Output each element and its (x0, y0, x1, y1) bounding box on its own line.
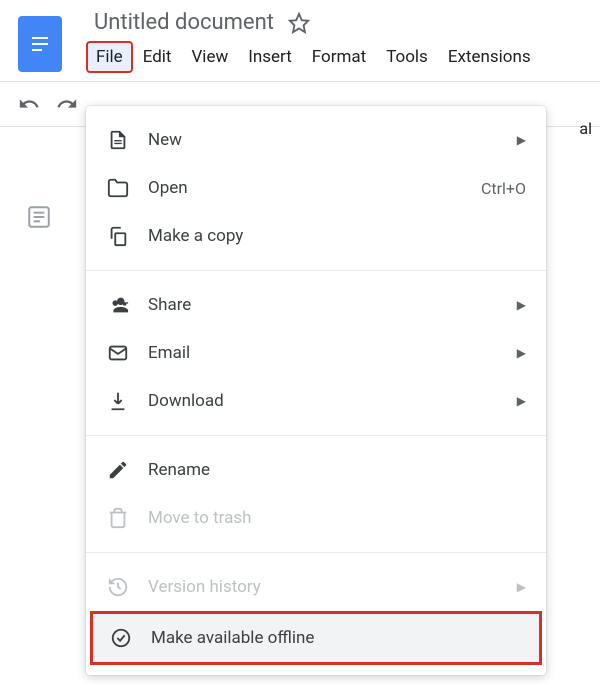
menu-item-label: Make a copy (148, 226, 526, 246)
menu-item-version-history: Version history ▶ (86, 563, 546, 611)
history-icon (106, 575, 130, 599)
menu-item-label: Version history (148, 577, 517, 597)
share-icon (106, 293, 130, 317)
toolbar-right-text: al (579, 119, 592, 138)
menu-item-open[interactable]: Open Ctrl+O (86, 164, 546, 212)
menu-item-trash: Move to trash (86, 494, 546, 542)
menu-divider (86, 435, 546, 436)
menu-item-label: Make available offline (151, 628, 523, 648)
offline-icon (109, 626, 133, 650)
menu-item-label: Download (148, 391, 517, 411)
menu-item-label: Open (148, 178, 481, 198)
chevron-right-icon: ▶ (517, 133, 526, 147)
folder-icon (106, 176, 130, 200)
new-icon (106, 128, 130, 152)
menu-file[interactable]: File (86, 41, 133, 73)
menu-extensions[interactable]: Extensions (438, 41, 541, 73)
menu-item-email[interactable]: Email ▶ (86, 329, 546, 377)
file-menu-dropdown: New ▶ Open Ctrl+O Make a copy Share ▶ Em… (86, 106, 546, 675)
menu-tools[interactable]: Tools (376, 41, 438, 73)
star-icon[interactable] (288, 12, 310, 34)
menu-item-label: Move to trash (148, 508, 526, 528)
outline-icon[interactable] (26, 204, 52, 234)
menu-item-label: New (148, 130, 517, 150)
chevron-right-icon: ▶ (517, 580, 526, 594)
shortcut-label: Ctrl+O (481, 179, 526, 198)
document-title[interactable]: Untitled document (94, 10, 274, 35)
menu-item-make-copy[interactable]: Make a copy (86, 212, 546, 260)
undo-icon[interactable] (10, 85, 48, 123)
download-icon (106, 389, 130, 413)
menu-item-rename[interactable]: Rename (86, 446, 546, 494)
menu-view[interactable]: View (181, 41, 238, 73)
rename-icon (106, 458, 130, 482)
menu-divider (86, 270, 546, 271)
menu-edit[interactable]: Edit (133, 41, 182, 73)
menubar: File Edit View Insert Format Tools Exten… (82, 41, 600, 73)
menu-format[interactable]: Format (302, 41, 376, 73)
docs-logo-icon[interactable] (18, 16, 62, 72)
menu-item-download[interactable]: Download ▶ (86, 377, 546, 425)
redo-icon[interactable] (48, 85, 86, 123)
menu-insert[interactable]: Insert (238, 41, 302, 73)
chevron-right-icon: ▶ (517, 394, 526, 408)
copy-icon (106, 224, 130, 248)
email-icon (106, 341, 130, 365)
chevron-right-icon: ▶ (517, 346, 526, 360)
menu-item-label: Share (148, 295, 517, 315)
menu-item-label: Rename (148, 460, 526, 480)
menu-item-new[interactable]: New ▶ (86, 116, 546, 164)
trash-icon (106, 506, 130, 530)
chevron-right-icon: ▶ (517, 298, 526, 312)
menu-item-available-offline[interactable]: Make available offline (90, 611, 542, 665)
menu-divider (86, 552, 546, 553)
menu-item-label: Email (148, 343, 517, 363)
menu-item-share[interactable]: Share ▶ (86, 281, 546, 329)
